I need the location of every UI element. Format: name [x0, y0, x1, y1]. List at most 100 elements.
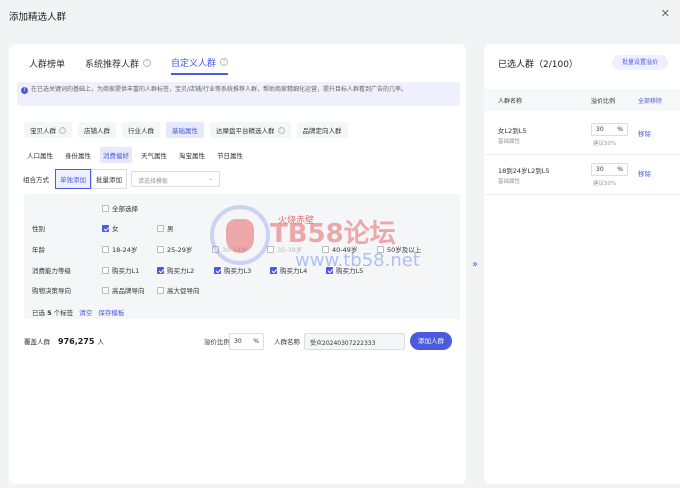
help-icon[interactable]: ?: [143, 59, 152, 67]
attrtab-identity[interactable]: 身份属性: [62, 147, 94, 163]
checkbox[interactable]: [214, 266, 221, 274]
transfer-arrow-icon[interactable]: »: [472, 259, 478, 270]
spending-option[interactable]: 购买力L1: [102, 265, 139, 275]
checkbox-label: 高大促导向: [167, 287, 200, 295]
subtab-basic-attributes[interactable]: 基础属性: [166, 122, 204, 138]
clear-link[interactable]: 清空: [79, 309, 92, 317]
selected-title: 已选人群（2/100）: [498, 60, 578, 70]
subtab-item-audience[interactable]: 宝贝人群?: [24, 122, 72, 138]
subtab-label: 店铺人群: [84, 127, 110, 135]
attrtab-demographic[interactable]: 人口属性: [24, 147, 56, 163]
premium-input[interactable]: 30%: [229, 332, 264, 350]
subtab-brand-targeting[interactable]: 品牌定向人群: [296, 122, 348, 138]
template-select[interactable]: 请选择模板 ⌄: [131, 171, 220, 187]
checkbox[interactable]: [157, 224, 164, 232]
subtab-damopan[interactable]: 达摩盘平台精选人群?: [210, 122, 291, 138]
batch-add-button[interactable]: 批量添加: [91, 169, 127, 189]
checkbox[interactable]: [102, 266, 109, 274]
age-option[interactable]: 30-34岁: [212, 244, 247, 254]
subtab-shop-audience[interactable]: 店铺人群: [78, 122, 116, 138]
row-premium-input[interactable]: 30%: [591, 123, 628, 136]
checkbox-label: 购买力L1: [112, 267, 140, 275]
add-audience-button[interactable]: 添加人群: [410, 332, 452, 350]
select-all-checkbox[interactable]: 全部选择: [102, 203, 138, 213]
spending-option[interactable]: 购买力L5: [326, 265, 363, 275]
tab-label: 自定义人群: [171, 58, 217, 69]
help-icon[interactable]: ?: [59, 126, 66, 134]
pct-unit: %: [617, 126, 623, 133]
combo-mode: 组合方式 单独添加 批量添加 请选择模板 ⌄: [23, 169, 220, 189]
pct-value: 30: [596, 126, 604, 133]
checkbox[interactable]: [157, 286, 164, 294]
remove-all-link[interactable]: 全部移除: [638, 96, 662, 105]
checkbox[interactable]: [157, 245, 164, 253]
checkbox[interactable]: [212, 245, 219, 253]
age-option[interactable]: 25-29岁: [157, 244, 192, 254]
checkbox[interactable]: [102, 286, 109, 294]
row-remove-link[interactable]: 移除: [638, 168, 651, 178]
checkbox[interactable]: [267, 245, 274, 253]
checkbox-label: 30-34岁: [222, 246, 248, 254]
gender-male[interactable]: 男: [157, 223, 174, 233]
checkbox[interactable]: [102, 245, 109, 253]
attrtab-holiday[interactable]: 节日属性: [214, 147, 246, 163]
subtab-industry-audience[interactable]: 行业人群: [122, 122, 160, 138]
pct-value: 30: [596, 166, 604, 173]
spending-option[interactable]: 购买力L4: [270, 265, 307, 275]
shopping-option[interactable]: 高品牌导向: [102, 285, 145, 295]
row-remove-link[interactable]: 移除: [638, 128, 651, 138]
shopping-option[interactable]: 高大促导向: [157, 285, 200, 295]
premium-value: 30: [234, 337, 242, 345]
checkbox[interactable]: [326, 266, 333, 274]
info-icon: i: [21, 87, 28, 94]
batch-premium-button[interactable]: 批量设置溢价: [612, 55, 668, 70]
save-template-link[interactable]: 保存模板: [98, 309, 124, 317]
info-banner: i 在已选关键词的基础上，为商家提供丰富的人群标签，宝贝/店铺/行业等系统推荐人…: [17, 82, 460, 106]
single-add-button[interactable]: 单独添加: [55, 169, 91, 189]
checkbox-label: 购买力L4: [280, 267, 308, 275]
cover-unit: 人: [97, 338, 104, 346]
checkbox[interactable]: [377, 245, 384, 253]
selected-count: 已选 5 个标签 清空 保存模板: [32, 307, 124, 317]
spending-label: 消费能力等级: [32, 267, 71, 275]
subtab-label: 行业人群: [128, 127, 154, 135]
checkbox[interactable]: [270, 266, 277, 274]
help-icon[interactable]: ?: [277, 126, 285, 134]
checkbox-label: 18-24岁: [112, 246, 138, 254]
tab-custom[interactable]: 自定义人群?: [171, 57, 229, 75]
selected-prefix: 已选: [32, 309, 45, 317]
add-audience-modal: 添加精选人群 ✕ 人群榜单 系统推荐人群? 自定义人群? i 在已选关键词的基础…: [0, 0, 680, 488]
row-suggest: 建议30%: [593, 181, 617, 187]
age-option[interactable]: 40-49岁: [322, 244, 357, 254]
tab-system-recommend[interactable]: 系统推荐人群?: [85, 57, 152, 75]
age-option[interactable]: 18-24岁: [102, 244, 137, 254]
chevron-down-icon: ⌄: [207, 175, 213, 182]
spending-option[interactable]: 购买力L3: [214, 265, 251, 275]
checkbox-label: 购买力L3: [224, 267, 252, 275]
tab-ranking[interactable]: 人群榜单: [29, 57, 65, 75]
gender-female[interactable]: 女: [102, 223, 119, 233]
attrtab-taobao[interactable]: 淘宝属性: [176, 147, 208, 163]
checkbox[interactable]: [102, 204, 109, 212]
template-placeholder: 请选择模板: [138, 178, 169, 185]
checkbox-label: 35-39岁: [277, 246, 303, 254]
age-option[interactable]: 50岁及以上: [377, 244, 421, 254]
attrtab-consumption[interactable]: 消费偏好: [100, 147, 132, 163]
row-category: 基础属性: [498, 139, 521, 145]
checkbox[interactable]: [322, 245, 329, 253]
age-label: 年龄: [32, 246, 45, 254]
checkbox-label: 全部选择: [112, 205, 138, 213]
age-option[interactable]: 35-39岁: [267, 244, 302, 254]
close-icon[interactable]: ✕: [661, 7, 670, 20]
row-name: 女L2到L5: [498, 127, 527, 135]
pct-unit: %: [617, 166, 623, 173]
help-icon[interactable]: ?: [220, 58, 229, 66]
spending-option[interactable]: 购买力L2: [157, 265, 194, 275]
checkbox[interactable]: [102, 224, 109, 232]
checkbox[interactable]: [157, 266, 164, 274]
row-category: 基础属性: [498, 179, 521, 185]
row-premium-input[interactable]: 30%: [591, 163, 628, 176]
audience-name-input[interactable]: 受众20240307222333: [304, 332, 405, 350]
attribute-panel: 全部选择 性别 女 男 年龄 18-24岁 25-29岁 30-34岁 35-3…: [24, 194, 460, 319]
attrtab-weather[interactable]: 天气属性: [138, 147, 170, 163]
